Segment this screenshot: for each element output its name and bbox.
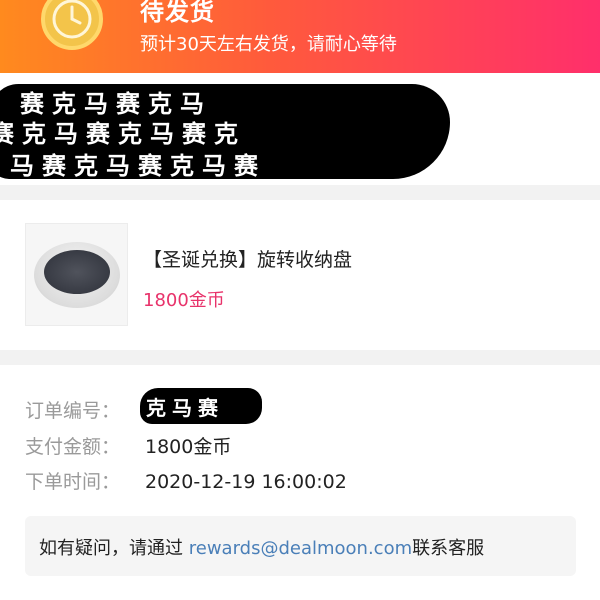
redacted-line-2: 赛克马赛克马赛克 (0, 120, 246, 148)
address-section: 赛克马赛克马 赛克马赛克马赛克 马赛克马赛克马赛 (0, 74, 600, 186)
help-prefix: 如有疑问，请通过 (39, 538, 189, 559)
payment-amount-label: 支付金额： (25, 436, 121, 458)
order-time-label: 下单时间： (25, 471, 121, 493)
help-text: 如有疑问，请通过 rewards@dealmoon.com联系客服 (39, 534, 484, 560)
clock-icon (41, 0, 103, 50)
tray-inner (44, 250, 110, 294)
order-time-row: 下单时间： 2020-12-19 16:00:02 (25, 467, 347, 497)
product-name: 【圣诞兑换】旋转收纳盘 (143, 249, 353, 271)
product-card[interactable]: 【圣诞兑换】旋转收纳盘 1800金币 (0, 200, 600, 350)
status-title: 待发货 (140, 0, 215, 26)
help-box: 如有疑问，请通过 rewards@dealmoon.com联系客服 (25, 516, 576, 576)
redaction-mask: 赛克马赛克马 赛克马赛克马赛克 马赛克马赛克马赛 (0, 84, 450, 180)
status-header: 待发货 预计30天左右发货，请耐心等待 (0, 0, 600, 73)
payment-amount-value: 1800金币 (145, 436, 232, 458)
help-suffix: 联系客服 (412, 538, 485, 559)
status-subtitle: 预计30天左右发货，请耐心等待 (140, 34, 397, 55)
order-number-value: 克马赛 (146, 396, 224, 420)
section-divider (0, 185, 600, 200)
tray-image (34, 242, 120, 308)
order-number-row: 订单编号： (25, 396, 145, 426)
order-time-value: 2020-12-19 16:00:02 (145, 471, 347, 493)
product-image[interactable] (25, 223, 128, 326)
payment-amount-row: 支付金额： 1800金币 (25, 432, 231, 462)
section-divider (0, 350, 600, 365)
redacted-line-3: 马赛克马赛克马赛 (10, 152, 266, 180)
order-number-redacted: 克马赛 (140, 388, 262, 424)
product-price: 1800金币 (143, 290, 225, 311)
order-details: 订单编号： 克马赛 支付金额： 1800金币 下单时间： 2020-12-19 16… (0, 365, 600, 600)
support-email-link[interactable]: rewards@dealmoon.com (189, 538, 412, 559)
order-number-label: 订单编号： (25, 400, 121, 422)
